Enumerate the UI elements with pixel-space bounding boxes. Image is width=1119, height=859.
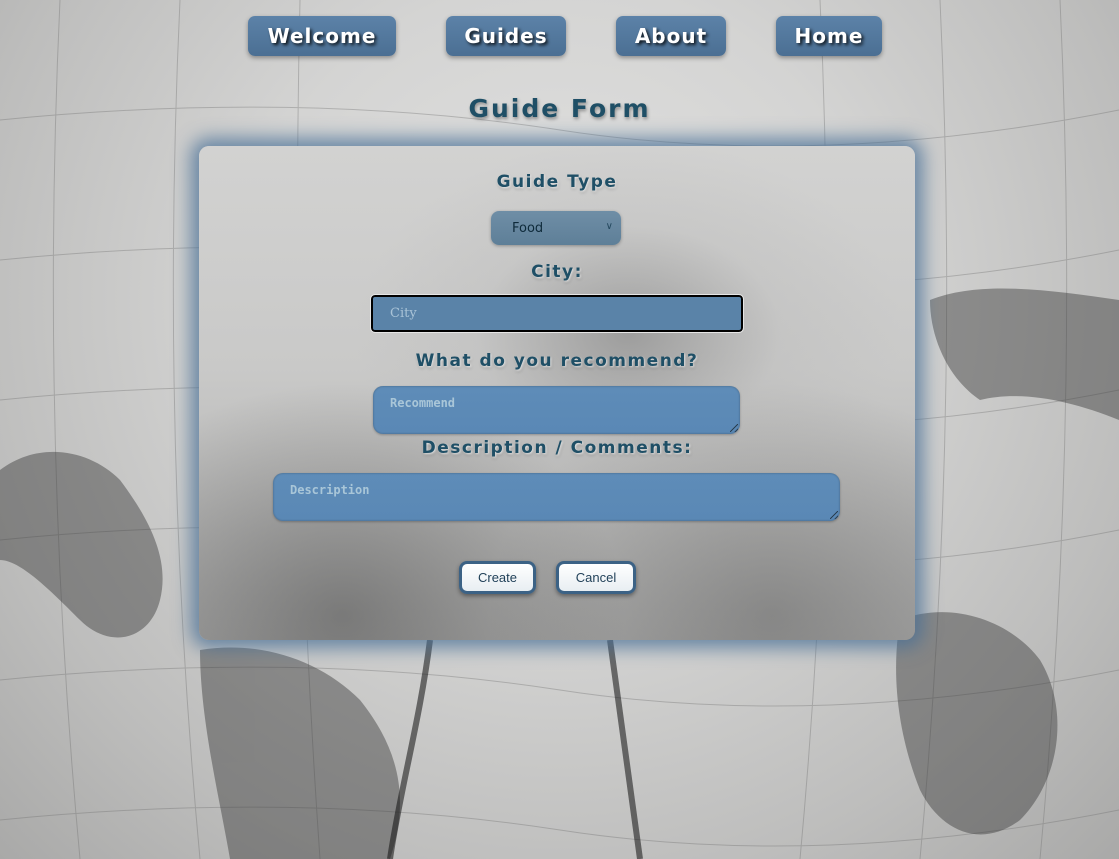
nav-about-button[interactable]: About — [616, 16, 726, 56]
recommend-label: What do you recommend? — [415, 351, 699, 371]
recommend-textarea[interactable]: Recommend — [373, 386, 740, 434]
page-title: Guide Form — [468, 94, 651, 123]
chevron-down-icon: ∨ — [605, 221, 613, 232]
guide-type-selected-value: Food — [512, 220, 544, 236]
resize-grip-icon[interactable] — [830, 511, 838, 519]
nav-home-button[interactable]: Home — [776, 16, 882, 56]
resize-grip-icon[interactable] — [730, 424, 738, 432]
cancel-button[interactable]: Cancel — [556, 561, 636, 594]
city-input[interactable]: City — [370, 294, 744, 333]
city-placeholder: City — [390, 306, 417, 321]
top-navigation: Welcome Guides About Home — [0, 16, 1119, 56]
description-textarea[interactable]: Description — [273, 473, 840, 521]
city-label: City: — [531, 262, 583, 282]
nav-welcome-button[interactable]: Welcome — [248, 16, 396, 56]
description-label: Description / Comments: — [421, 438, 693, 458]
guide-type-label: Guide Type — [496, 172, 618, 192]
guide-type-select[interactable]: Food ∨ — [491, 211, 621, 245]
create-button[interactable]: Create — [459, 561, 536, 594]
description-placeholder: Description — [290, 483, 370, 497]
guide-form: Guide Type Food ∨ City: City What do you… — [199, 146, 915, 640]
nav-guides-button[interactable]: Guides — [446, 16, 566, 56]
recommend-placeholder: Recommend — [390, 396, 456, 410]
